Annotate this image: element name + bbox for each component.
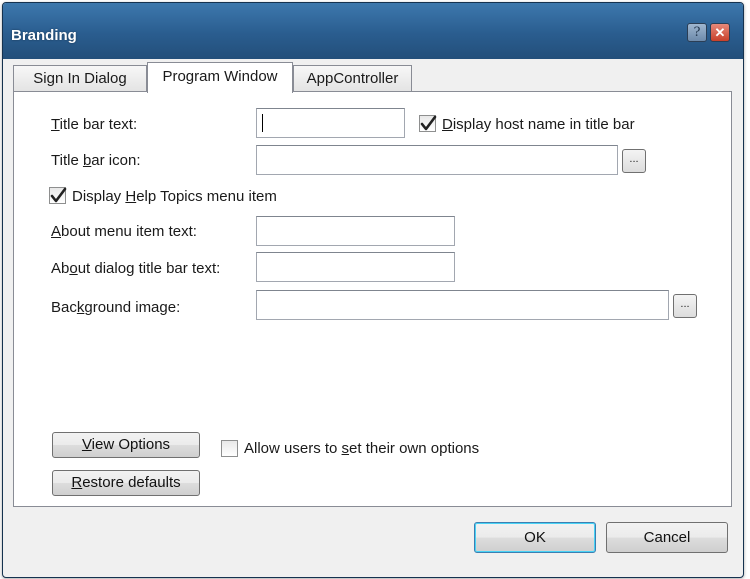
about-menu-item-text-input[interactable] — [256, 216, 455, 246]
about-menu-item-text-label: About menu item text: — [51, 223, 197, 240]
close-icon: ✕ — [714, 25, 726, 40]
title-bar-text-label: Title bar text: — [51, 116, 138, 133]
ok-button[interactable]: OK — [474, 522, 596, 553]
close-button[interactable]: ✕ — [710, 23, 730, 42]
display-host-name-label[interactable]: Display host name in title bar — [442, 116, 635, 133]
help-button[interactable]: ? — [687, 23, 707, 42]
help-icon: ? — [693, 25, 701, 40]
program-window-panel: Title bar text: Display host name in tit… — [13, 91, 732, 507]
window-title: Branding — [11, 27, 77, 44]
tab-program-window[interactable]: Program Window — [147, 62, 293, 93]
branding-dialog: Branding ? ✕ Sign In Dialog Program Wind… — [2, 2, 744, 578]
title-bar-icon-browse-button[interactable]: ... — [622, 149, 646, 173]
about-dialog-title-input[interactable] — [256, 252, 455, 282]
restore-defaults-button[interactable]: Restore defaults — [52, 470, 200, 496]
title-bar-text-input[interactable] — [256, 108, 405, 138]
display-help-topics-label[interactable]: Display Help Topics menu item — [72, 188, 277, 205]
background-image-input[interactable] — [256, 290, 669, 320]
cancel-button[interactable]: Cancel — [606, 522, 728, 553]
title-bar-icon-input[interactable] — [256, 145, 618, 175]
view-options-button[interactable]: View Options — [52, 432, 200, 458]
allow-users-label[interactable]: Allow users to set their own options — [244, 440, 479, 457]
checkmark-icon — [420, 115, 437, 131]
tab-sign-in-dialog[interactable]: Sign In Dialog — [13, 65, 147, 92]
tab-appcontroller[interactable]: AppController — [293, 65, 412, 92]
checkmark-icon — [50, 187, 67, 203]
text-caret — [262, 114, 263, 132]
display-host-name-checkbox[interactable] — [419, 115, 437, 132]
background-image-label: Background image: — [51, 299, 181, 316]
background-image-browse-button[interactable]: ... — [673, 294, 697, 318]
about-dialog-title-label: About dialog title bar text: — [51, 260, 221, 277]
title-bar[interactable]: Branding ? ✕ — [3, 3, 743, 59]
display-help-topics-checkbox[interactable] — [49, 187, 67, 204]
allow-users-checkbox[interactable] — [221, 440, 238, 457]
title-bar-icon-label: Title bar icon: — [51, 152, 141, 169]
